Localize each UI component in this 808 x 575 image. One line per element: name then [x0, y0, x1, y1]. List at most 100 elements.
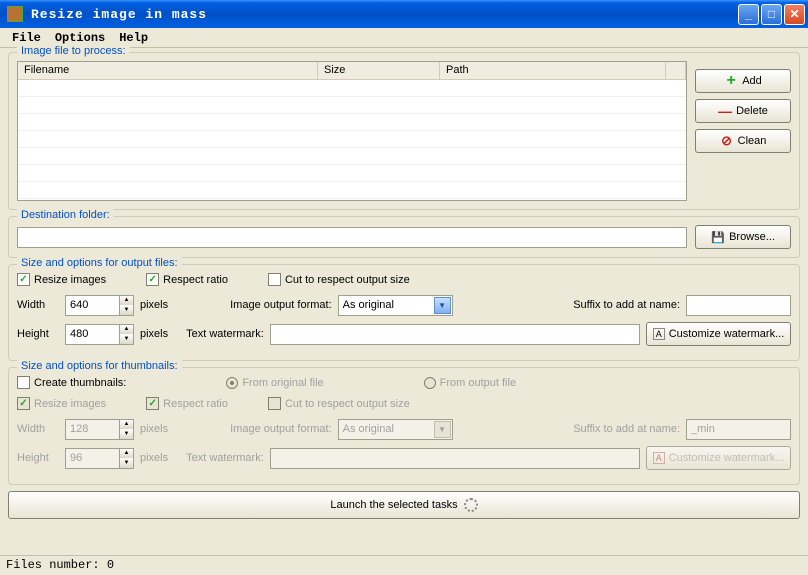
- table-row: [18, 131, 686, 148]
- group-output-options: Size and options for output files: Resiz…: [8, 264, 800, 361]
- browse-button[interactable]: 💾 Browse...: [695, 225, 791, 249]
- thumb-respect-checkbox: [146, 397, 159, 410]
- thumb-resize-label: Resize images: [34, 398, 106, 410]
- pixels-label: pixels: [140, 452, 168, 464]
- col-path[interactable]: Path: [440, 62, 666, 79]
- maximize-button[interactable]: □: [761, 4, 782, 25]
- cut-respect-checkbox[interactable]: [268, 273, 281, 286]
- clean-button-label: Clean: [738, 135, 767, 147]
- suffix-label: Suffix to add at name:: [573, 299, 680, 311]
- table-row: [18, 80, 686, 97]
- respect-ratio-checkbox[interactable]: [146, 273, 159, 286]
- format-value: As original: [343, 299, 394, 311]
- thumb-cut-checkbox: [268, 397, 281, 410]
- destination-input[interactable]: [17, 227, 687, 248]
- delete-button[interactable]: —Delete: [695, 99, 791, 123]
- pixels-label: pixels: [140, 423, 168, 435]
- thumb-width-label: Width: [17, 423, 59, 435]
- cut-respect-label: Cut to respect output size: [285, 274, 410, 286]
- chevron-down-icon: ▼: [434, 297, 451, 314]
- launch-button-label: Launch the selected tasks: [330, 499, 457, 511]
- col-filename[interactable]: Filename: [18, 62, 318, 79]
- table-row: [18, 182, 686, 199]
- window-title: Resize image in mass: [27, 7, 738, 22]
- menu-help[interactable]: Help: [113, 29, 154, 47]
- file-table-body: [18, 80, 686, 200]
- customize-watermark-label: Customize watermark...: [669, 328, 785, 340]
- disk-icon: 💾: [711, 230, 725, 244]
- watermark-label: Text watermark:: [186, 328, 264, 340]
- titlebar: Resize image in mass _ □ ✕: [0, 0, 808, 28]
- file-table[interactable]: Filename Size Path: [17, 61, 687, 201]
- thumb-format-value: As original: [343, 423, 394, 435]
- spin-down-icon: ▼: [120, 458, 133, 468]
- from-output-label: From output file: [440, 377, 516, 389]
- spin-up-icon[interactable]: ▲: [120, 296, 133, 306]
- group-destination: Destination folder: 💾Browse...: [8, 216, 800, 258]
- thumb-width-spinner: ▲▼: [65, 419, 134, 440]
- group-output-legend: Size and options for output files:: [17, 257, 182, 269]
- group-files-legend: Image file to process:: [17, 45, 130, 57]
- thumb-suffix-input: [686, 419, 791, 440]
- from-output-radio: [424, 377, 436, 389]
- col-size[interactable]: Size: [318, 62, 440, 79]
- thumb-format-select: As original▼: [338, 419, 453, 440]
- clean-button[interactable]: ⊘Clean: [695, 129, 791, 153]
- height-input[interactable]: [65, 324, 119, 345]
- table-row: [18, 114, 686, 131]
- plus-icon: +: [724, 74, 738, 88]
- launch-button[interactable]: Launch the selected tasks: [8, 491, 800, 519]
- spin-up-icon: ▲: [120, 449, 133, 459]
- add-button-label: Add: [742, 75, 762, 87]
- height-spinner[interactable]: ▲▼: [65, 324, 134, 345]
- spin-down-icon: ▼: [120, 429, 133, 439]
- pixels-label: pixels: [140, 328, 168, 340]
- format-label: Image output format:: [230, 299, 332, 311]
- format-select[interactable]: As original ▼: [338, 295, 453, 316]
- thumb-height-label: Height: [17, 452, 59, 464]
- respect-ratio-label: Respect ratio: [163, 274, 228, 286]
- thumb-cut-label: Cut to respect output size: [285, 398, 410, 410]
- files-count: Files number: 0: [6, 558, 114, 572]
- width-label: Width: [17, 299, 59, 311]
- close-button[interactable]: ✕: [784, 4, 805, 25]
- minimize-button[interactable]: _: [738, 4, 759, 25]
- thumb-height-input: [65, 448, 119, 469]
- width-input[interactable]: [65, 295, 119, 316]
- spin-up-icon: ▲: [120, 420, 133, 430]
- text-icon: A: [653, 452, 665, 464]
- minus-icon: —: [718, 104, 732, 118]
- suffix-input[interactable]: [686, 295, 791, 316]
- thumb-width-input: [65, 419, 119, 440]
- create-thumbnails-checkbox[interactable]: [17, 376, 30, 389]
- thumb-format-label: Image output format:: [230, 423, 332, 435]
- browse-button-label: Browse...: [729, 231, 775, 243]
- pixels-label: pixels: [140, 299, 168, 311]
- group-dest-legend: Destination folder:: [17, 209, 114, 221]
- table-row: [18, 97, 686, 114]
- menu-options[interactable]: Options: [49, 29, 111, 47]
- width-spinner[interactable]: ▲▼: [65, 295, 134, 316]
- watermark-input[interactable]: [270, 324, 640, 345]
- col-spacer: [666, 62, 686, 79]
- group-thumbs-legend: Size and options for thumbnails:: [17, 360, 182, 372]
- thumb-watermark-label: Text watermark:: [186, 452, 264, 464]
- text-icon: A: [653, 328, 665, 340]
- add-button[interactable]: + Add: [695, 69, 791, 93]
- thumb-watermark-input: [270, 448, 640, 469]
- resize-images-checkbox[interactable]: [17, 273, 30, 286]
- menu-file[interactable]: File: [6, 29, 47, 47]
- create-thumbnails-label: Create thumbnails:: [34, 377, 126, 389]
- thumb-respect-label: Respect ratio: [163, 398, 228, 410]
- spin-down-icon[interactable]: ▼: [120, 305, 133, 315]
- table-row: [18, 148, 686, 165]
- spin-down-icon[interactable]: ▼: [120, 334, 133, 344]
- thumb-height-spinner: ▲▼: [65, 448, 134, 469]
- group-thumbnail-options: Size and options for thumbnails: Create …: [8, 367, 800, 485]
- spin-up-icon[interactable]: ▲: [120, 325, 133, 335]
- app-icon: [7, 6, 23, 22]
- thumb-customize-watermark-button: ACustomize watermark...: [646, 446, 791, 470]
- from-original-radio: [226, 377, 238, 389]
- resize-images-label: Resize images: [34, 274, 106, 286]
- customize-watermark-button[interactable]: A Customize watermark...: [646, 322, 791, 346]
